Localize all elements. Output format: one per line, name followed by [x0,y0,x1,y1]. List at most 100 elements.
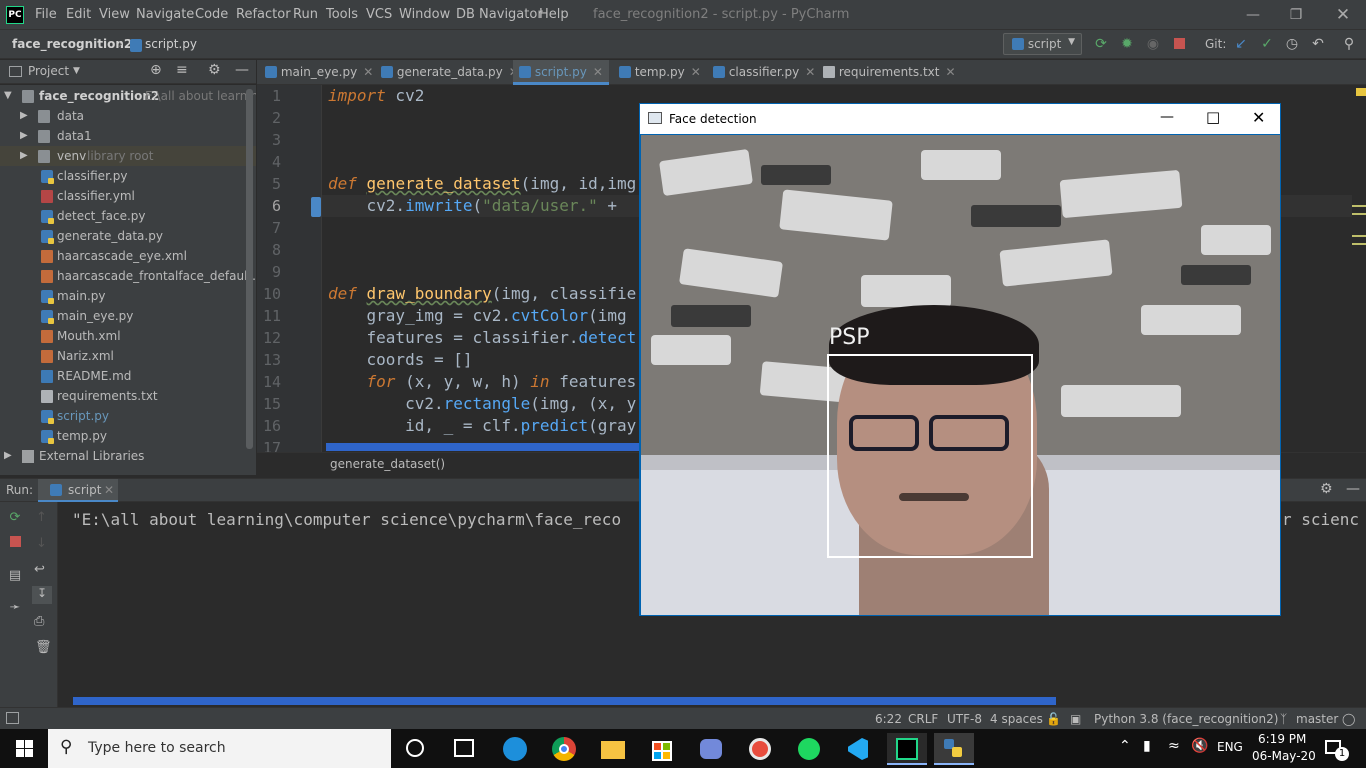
tree-item-file[interactable]: classifier.yml [0,186,256,206]
chevron-down-icon[interactable]: ▼ [4,86,12,106]
close-icon[interactable]: ✕ [593,65,603,79]
tree-item-data1[interactable]: ▶ data1 [0,126,256,146]
breadcrumb-file[interactable]: script.py [145,37,197,51]
function-breadcrumb[interactable]: generate_dataset() [330,457,445,471]
vscode-icon[interactable] [838,733,878,765]
run-tab-script[interactable]: script ✕ [38,479,118,502]
event-log-icon[interactable]: ◯ [1342,712,1355,726]
menu-run[interactable]: Run [293,7,318,22]
tree-root[interactable]: ▼ face_recognition2 E:\all about learnin… [0,86,256,106]
store-icon[interactable] [642,733,682,765]
caret-position[interactable]: 6:22 [875,712,902,726]
debug-icon[interactable]: ✹ [1118,34,1136,54]
scroll-to-end-icon[interactable]: ↧ [32,586,52,604]
tree-item-external-libraries[interactable]: ▶ External Libraries [0,446,256,466]
tree-item-file[interactable]: detect_face.py [0,206,256,226]
pin-icon[interactable]: ➛ [6,600,24,616]
hide-icon[interactable]: — [235,62,249,78]
line-separator[interactable]: CRLF [908,712,938,726]
git-update-icon[interactable]: ↙ [1232,34,1250,54]
chevron-right-icon[interactable]: ▶ [20,146,28,166]
chevron-right-icon[interactable]: ▶ [4,446,12,466]
menu-file[interactable]: File [35,7,57,22]
tree-item-file[interactable]: haarcascade_eye.xml [0,246,256,266]
face-detection-titlebar[interactable]: Face detection — □ ✕ [640,104,1280,134]
breadcrumb-project[interactable]: face_recognition2 [12,37,132,51]
python-taskbar-icon[interactable] [934,733,974,765]
tab-main-eye[interactable]: main_eye.py ✕ [265,60,373,85]
tree-item-file[interactable]: Nariz.xml [0,346,256,366]
spotify-icon[interactable] [789,733,829,765]
tree-item-file[interactable]: classifier.py [0,166,256,186]
tab-classifier[interactable]: classifier.py ✕ [713,60,815,85]
inspection-warning-icon[interactable] [1356,88,1366,96]
media-player-icon[interactable] [740,733,780,765]
menu-view[interactable]: View [99,7,130,22]
collapse-icon[interactable]: ≡ [176,62,188,78]
language-indicator[interactable]: ENG [1217,740,1243,754]
menu-tools[interactable]: Tools [326,7,358,22]
locate-icon[interactable]: ⊕ [150,62,162,78]
lock-icon[interactable]: 🔓 [1046,712,1061,726]
close-icon[interactable]: ✕ [1328,4,1358,26]
rerun-icon[interactable]: ⟳ [6,510,24,526]
gear-icon[interactable]: ⚙ [208,62,221,78]
restore-icon[interactable]: ❐ [1281,4,1311,26]
tree-item-file[interactable]: README.md [0,366,256,386]
close-icon[interactable]: ✕ [1252,108,1265,127]
stop-icon[interactable] [1170,34,1188,54]
toggle-tool-windows-icon[interactable] [6,712,19,724]
git-history-icon[interactable]: ◷ [1283,34,1301,54]
console-horizontal-scrollbar[interactable] [73,697,1056,705]
clock-date[interactable]: 06-May-20 [1252,749,1316,763]
close-icon[interactable]: ✕ [805,65,815,79]
file-explorer-icon[interactable] [593,733,633,765]
project-panel-title[interactable]: Project [28,64,69,78]
git-branch[interactable]: master [1296,712,1338,726]
tree-item-file[interactable]: temp.py [0,426,256,446]
taskbar-search-box[interactable]: ⚲ Type here to search [48,729,391,768]
close-icon[interactable]: ✕ [945,65,955,79]
tab-temp[interactable]: temp.py ✕ [619,60,701,85]
run-configuration-select[interactable]: script ▼ [1003,33,1082,55]
tree-item-file[interactable]: requirements.txt [0,386,256,406]
menu-edit[interactable]: Edit [66,7,91,22]
minimize-icon[interactable]: — [1160,109,1174,125]
chrome-icon[interactable] [544,733,584,765]
hide-icon[interactable]: — [1346,481,1360,497]
tree-item-data[interactable]: ▶ data [0,106,256,126]
tree-item-file[interactable]: haarcascade_frontalface_default.xml [0,266,256,286]
close-icon[interactable]: ✕ [363,65,373,79]
face-detection-window[interactable]: Face detection — □ ✕ PSP [639,103,1281,616]
trash-icon[interactable]: 🗑 [35,640,52,655]
close-icon[interactable]: ✕ [104,483,114,497]
tree-item-file[interactable]: Mouth.xml [0,326,256,346]
tree-item-file-active[interactable]: script.py [0,406,256,426]
volume-muted-icon[interactable]: 🔇 [1191,738,1208,754]
tab-generate-data[interactable]: generate_data.py✕ [381,60,519,85]
menu-db-navigator[interactable]: DB Navigator [456,7,543,22]
task-view-icon[interactable] [454,739,474,757]
menu-help[interactable]: Help [539,7,569,22]
tree-item-file[interactable]: main.py [0,286,256,306]
gear-icon[interactable]: ⚙ [1320,481,1333,497]
chevron-down-icon[interactable]: ▼ [73,66,80,76]
tree-item-file[interactable]: generate_data.py [0,226,256,246]
chevron-up-icon[interactable]: ⌃ [1119,738,1131,754]
tree-item-file[interactable]: main_eye.py [0,306,256,326]
menu-vcs[interactable]: VCS [366,7,392,22]
coverage-icon[interactable]: ◉ [1144,34,1162,54]
battery-icon[interactable]: ▮ [1143,738,1151,754]
tab-script[interactable]: script.py ✕ [513,60,609,85]
soft-wrap-icon[interactable]: ↩ [34,562,45,577]
menu-navigate[interactable]: Navigate [136,7,194,22]
tree-scrollbar[interactable] [246,89,253,449]
python-interpreter[interactable]: Python 3.8 (face_recognition2) [1094,712,1278,726]
clock-time[interactable]: 6:19 PM [1258,732,1306,746]
git-rollback-icon[interactable]: ↶ [1309,34,1327,54]
up-arrow-icon[interactable]: ↑ [36,510,47,525]
bookmark-icon[interactable] [311,197,321,217]
print-icon[interactable]: ⎙ [34,614,44,629]
layout-icon[interactable]: ▤ [6,568,24,584]
windows-start-icon[interactable] [16,740,33,757]
